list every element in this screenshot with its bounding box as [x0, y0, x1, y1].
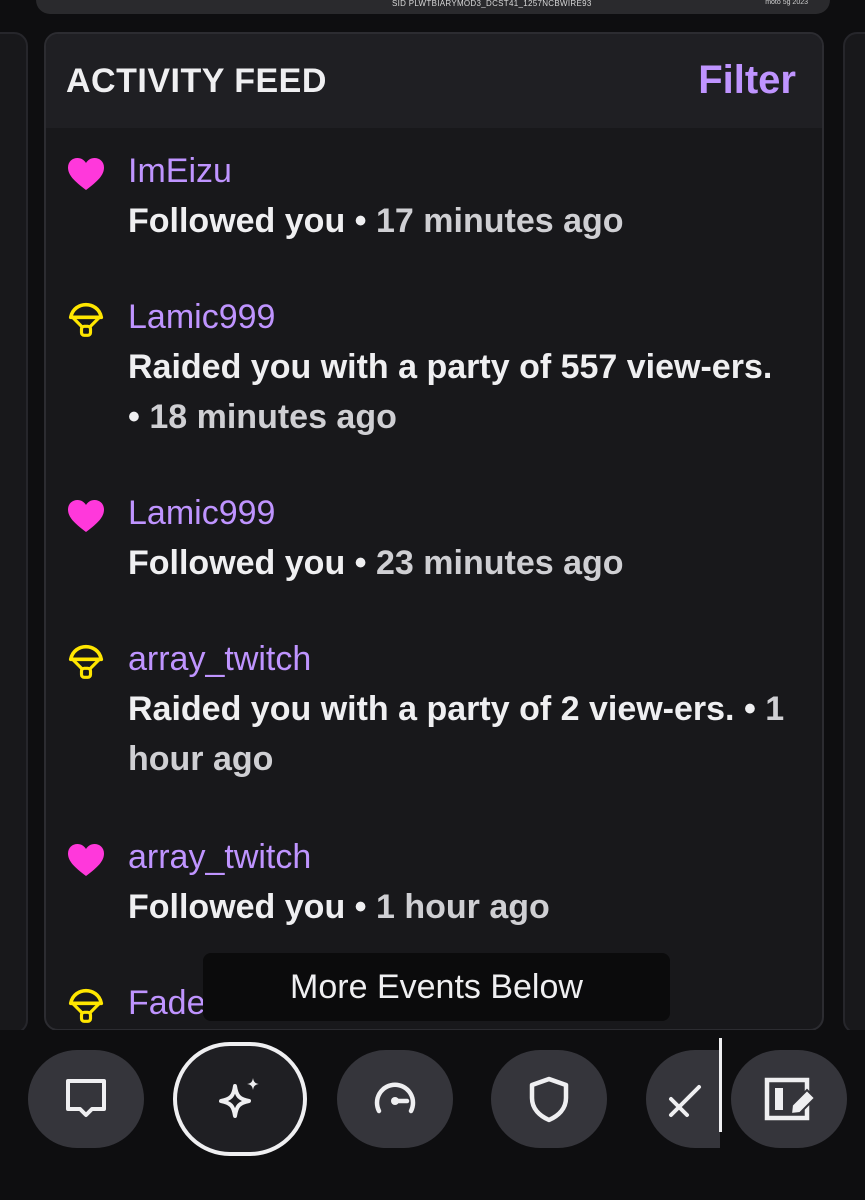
activity-feed-title: ACTIVITY FEED — [66, 62, 327, 100]
parachute-icon — [68, 644, 104, 679]
event-username[interactable]: array_twitch — [128, 640, 311, 679]
event-username[interactable]: Lamic999 — [128, 494, 275, 533]
event-username[interactable]: ImEizu — [128, 152, 232, 191]
event-username[interactable]: Lamic999 — [128, 298, 275, 337]
event-time: 23 minutes ago — [376, 544, 624, 582]
heart-icon — [68, 158, 104, 190]
event-description: Followed you • 1 hour ago — [128, 882, 788, 932]
sparkle-icon — [219, 1078, 259, 1118]
preview-caption: SID PLWTBIARYMOD3_DCST41_1257NCBWIRE93 — [392, 0, 592, 8]
heart-icon — [68, 844, 104, 876]
activity-feed-header: ACTIVITY FEED Filter — [46, 34, 822, 128]
parachute-icon — [68, 302, 104, 337]
event-action: Raided you with a party of 557 view-ers. — [128, 348, 773, 386]
right-panel-edge — [843, 32, 865, 1034]
event-description: Followed you • 23 minutes ago — [128, 538, 788, 588]
shield-icon — [529, 1076, 569, 1123]
preview-corner-text: moto 5g 2023 — [765, 0, 808, 6]
stream-info-icon — [764, 1077, 817, 1121]
heart-icon — [68, 500, 104, 532]
event-separator: • — [734, 690, 766, 728]
event-description: Raided you with a party of 2 view-ers. •… — [128, 684, 788, 784]
event-time: 18 minutes ago — [149, 398, 397, 436]
event-username[interactable]: array_twitch — [128, 838, 311, 877]
activity-feed-panel: ACTIVITY FEED Filter ImEizu Followed you… — [44, 32, 824, 1031]
event-separator: • — [345, 202, 377, 240]
event-description: Followed you • 17 minutes ago — [128, 196, 788, 246]
bottom-nav — [0, 1030, 865, 1200]
video-preview-edge: SID PLWTBIARYMOD3_DCST41_1257NCBWIRE93 m… — [36, 0, 830, 14]
event-separator: • — [345, 888, 377, 926]
event-action: Followed you — [128, 888, 346, 926]
filter-button[interactable]: Filter — [698, 58, 796, 103]
nav-divider — [719, 1038, 722, 1132]
nav-chat-button[interactable] — [28, 1050, 144, 1148]
event-action: Raided you with a party of 2 view-ers. — [128, 690, 735, 728]
event-action: Followed you — [128, 202, 346, 240]
chat-bubble-icon — [66, 1079, 106, 1117]
event-time: 17 minutes ago — [376, 202, 624, 240]
event-action: Followed you — [128, 544, 346, 582]
nav-edit-button[interactable] — [646, 1050, 720, 1148]
event-separator: • — [128, 398, 150, 436]
pencil-icon — [669, 1085, 701, 1117]
nav-stats-button[interactable] — [337, 1050, 453, 1148]
left-panel-edge — [0, 32, 28, 1034]
nav-activity-button[interactable] — [173, 1042, 307, 1156]
nav-moderation-button[interactable] — [491, 1050, 607, 1148]
event-separator: • — [345, 544, 377, 582]
event-description: Raided you with a party of 557 view-ers.… — [128, 342, 788, 442]
gauge-icon — [374, 1082, 416, 1114]
event-time: 1 hour ago — [376, 888, 550, 926]
nav-stream-info-button[interactable] — [731, 1050, 847, 1148]
more-events-toast[interactable]: More Events Below — [203, 953, 670, 1021]
parachute-icon — [68, 988, 104, 1023]
